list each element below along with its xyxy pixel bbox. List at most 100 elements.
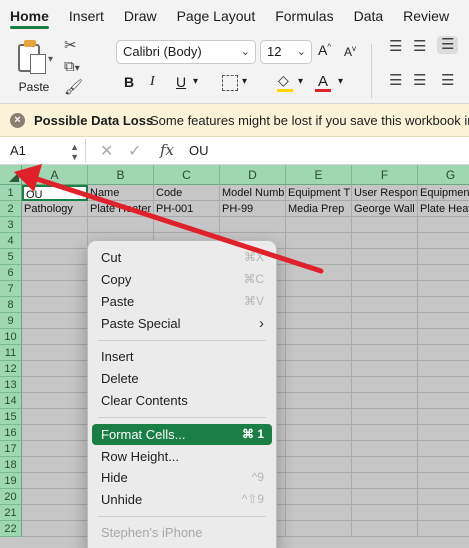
cell-g2[interactable]: Plate Heate	[418, 201, 469, 217]
cell-f17[interactable]	[352, 441, 418, 457]
cell-b3[interactable]	[88, 217, 154, 233]
cell-g17[interactable]	[418, 441, 469, 457]
stepper-icon[interactable]: ▲ ▼	[70, 142, 79, 162]
cell-f9[interactable]	[352, 313, 418, 329]
row-header-17[interactable]: 17	[0, 441, 22, 457]
align-middle-icon[interactable]: ☰	[413, 38, 426, 56]
cell-e1[interactable]: Equipment T	[286, 185, 352, 201]
cell-g18[interactable]	[418, 457, 469, 473]
menu-item-paste[interactable]: Paste ⌘V	[92, 291, 272, 312]
underline-button[interactable]: U	[176, 74, 186, 90]
cell-a13[interactable]	[22, 377, 88, 393]
copy-icon[interactable]: ⧉▾	[64, 58, 80, 78]
row-header-9[interactable]: 9	[0, 313, 22, 329]
cancel-icon[interactable]: ✕	[100, 141, 113, 161]
cell-g9[interactable]	[418, 313, 469, 329]
cell-c2[interactable]: PH-001	[154, 201, 220, 217]
menu-item-unhide[interactable]: Unhide ^⇧9	[92, 489, 272, 510]
cell-e17[interactable]	[286, 441, 352, 457]
row-header-16[interactable]: 16	[0, 425, 22, 441]
cell-g11[interactable]	[418, 345, 469, 361]
cell-g10[interactable]	[418, 329, 469, 345]
tab-insert[interactable]: Insert	[59, 0, 114, 32]
cell-f21[interactable]	[352, 505, 418, 521]
row-header-22[interactable]: 22	[0, 521, 22, 537]
fill-color-icon[interactable]: ◇	[278, 72, 289, 89]
cell-e19[interactable]	[286, 473, 352, 489]
tab-draw[interactable]: Draw	[114, 0, 167, 32]
cell-g22[interactable]	[418, 521, 469, 537]
align-right-icon[interactable]: ☰	[441, 72, 454, 90]
row-header-21[interactable]: 21	[0, 505, 22, 521]
align-left-icon[interactable]: ☰	[389, 72, 402, 90]
cell-e22[interactable]	[286, 521, 352, 537]
cell-d3[interactable]	[220, 217, 286, 233]
menu-item-copy[interactable]: Copy ⌘C	[92, 269, 272, 290]
function-icon[interactable]: fx	[160, 141, 174, 159]
menu-item-hide[interactable]: Hide ^9	[92, 467, 272, 488]
bold-button[interactable]: B	[124, 74, 134, 90]
row-header-15[interactable]: 15	[0, 409, 22, 425]
cell-g1[interactable]: Equipment	[418, 185, 469, 201]
align-center-icon[interactable]: ☰	[413, 72, 426, 90]
menu-item-format-cells[interactable]: Format Cells... ⌘ 1	[92, 424, 272, 445]
cell-g20[interactable]	[418, 489, 469, 505]
cell-e6[interactable]	[286, 265, 352, 281]
cell-a10[interactable]	[22, 329, 88, 345]
cell-a14[interactable]	[22, 393, 88, 409]
cell-a17[interactable]	[22, 441, 88, 457]
cell-e21[interactable]	[286, 505, 352, 521]
cell-c3[interactable]	[154, 217, 220, 233]
row-header-2[interactable]: 2	[0, 201, 22, 217]
menu-item-row-height[interactable]: Row Height...	[92, 446, 272, 467]
paste-button[interactable]: ▾ Paste	[10, 38, 58, 98]
cell-a12[interactable]	[22, 361, 88, 377]
cell-a11[interactable]	[22, 345, 88, 361]
row-header-1[interactable]: 1	[0, 185, 22, 201]
cell-g19[interactable]	[418, 473, 469, 489]
cell-g15[interactable]	[418, 409, 469, 425]
cell-f1[interactable]: User Respon	[352, 185, 418, 201]
cell-a16[interactable]	[22, 425, 88, 441]
cell-a21[interactable]	[22, 505, 88, 521]
align-bottom-icon[interactable]: ☰	[437, 36, 459, 54]
menu-item-delete[interactable]: Delete	[92, 368, 272, 389]
cell-e12[interactable]	[286, 361, 352, 377]
close-circle-icon[interactable]: ×	[10, 113, 25, 128]
cell-f20[interactable]	[352, 489, 418, 505]
menu-item-paste-special[interactable]: Paste Special ›	[92, 313, 272, 334]
tab-home[interactable]: Home	[0, 0, 59, 32]
cell-g16[interactable]	[418, 425, 469, 441]
menu-item-insert[interactable]: Insert	[92, 346, 272, 367]
cell-f13[interactable]	[352, 377, 418, 393]
cell-e8[interactable]	[286, 297, 352, 313]
cell-e14[interactable]	[286, 393, 352, 409]
row-header-10[interactable]: 10	[0, 329, 22, 345]
cell-f6[interactable]	[352, 265, 418, 281]
row-header-20[interactable]: 20	[0, 489, 22, 505]
cell-d2[interactable]: PH-99	[220, 201, 286, 217]
cell-f3[interactable]	[352, 217, 418, 233]
tab-formulas[interactable]: Formulas	[265, 0, 343, 32]
cell-g7[interactable]	[418, 281, 469, 297]
cell-f10[interactable]	[352, 329, 418, 345]
cell-e20[interactable]	[286, 489, 352, 505]
cell-f2[interactable]: George Wall	[352, 201, 418, 217]
cell-g13[interactable]	[418, 377, 469, 393]
row-header-6[interactable]: 6	[0, 265, 22, 281]
row-header-18[interactable]: 18	[0, 457, 22, 473]
row-header-4[interactable]: 4	[0, 233, 22, 249]
shrink-font-button[interactable]: Av	[344, 44, 356, 59]
cell-g12[interactable]	[418, 361, 469, 377]
cell-f18[interactable]	[352, 457, 418, 473]
cell-e2[interactable]: Media Prep	[286, 201, 352, 217]
cell-a1[interactable]: OU	[22, 185, 88, 201]
scissors-icon[interactable]: ✂	[64, 37, 77, 55]
cell-g6[interactable]	[418, 265, 469, 281]
cell-a20[interactable]	[22, 489, 88, 505]
cell-a9[interactable]	[22, 313, 88, 329]
cell-a19[interactable]	[22, 473, 88, 489]
menu-item-cut[interactable]: Cut ⌘X	[92, 247, 272, 268]
cell-e16[interactable]	[286, 425, 352, 441]
cell-f14[interactable]	[352, 393, 418, 409]
